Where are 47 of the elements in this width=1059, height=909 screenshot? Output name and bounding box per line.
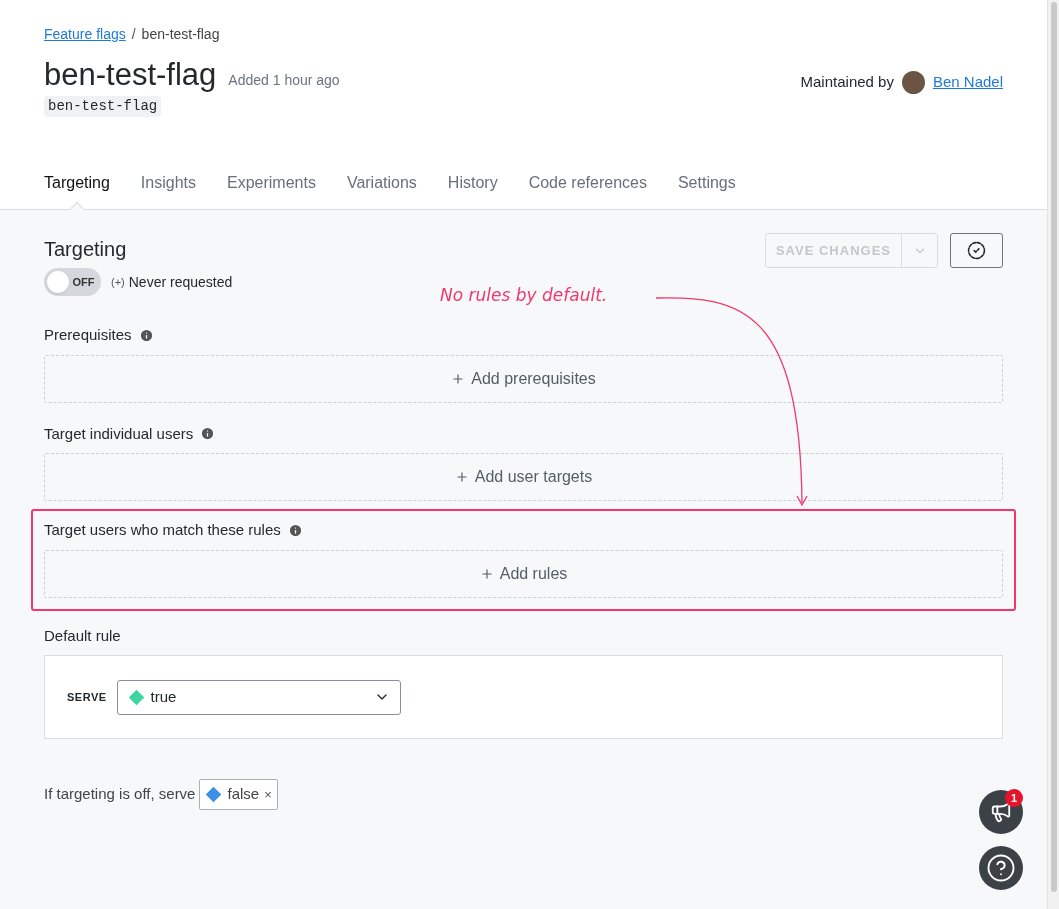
tab[interactable]: History: [447, 171, 498, 209]
check-circle-icon: [967, 241, 986, 260]
targeting-toggle[interactable]: OFF: [44, 268, 101, 296]
plus-icon: [451, 371, 466, 386]
variation-select[interactable]: true: [116, 679, 401, 715]
tab[interactable]: Code references: [528, 171, 647, 209]
section-label: Target users who match these rules: [44, 520, 281, 540]
plus-icon: [479, 566, 494, 581]
tab[interactable]: Variations: [346, 171, 417, 209]
section-title: Targeting: [44, 237, 128, 262]
add-button[interactable]: Add prerequisites: [44, 354, 1003, 403]
info-icon: [138, 327, 154, 343]
megaphone-icon: [990, 801, 1012, 823]
section-label: Default rule: [44, 625, 122, 646]
section-label: Target individual users: [44, 423, 194, 444]
remove-button[interactable]: ×: [264, 784, 272, 805]
maintainer-label: Maintained by: [800, 72, 894, 93]
announcements-button[interactable]: 1: [979, 790, 1023, 834]
add-button[interactable]: Add rules: [44, 549, 1003, 598]
serve-label: SERVE: [67, 689, 107, 705]
info-icon: [200, 426, 216, 442]
maintainer-link[interactable]: Ben Nadel: [932, 71, 1003, 94]
tab[interactable]: Experiments: [226, 171, 316, 209]
add-button[interactable]: Add user targets: [44, 453, 1003, 501]
tab[interactable]: Targeting: [44, 171, 110, 209]
breadcrumb-separator: /: [131, 25, 136, 44]
off-serve-label: If targeting is off, serve: [44, 784, 196, 805]
flag-key: ben-test-flag: [44, 96, 162, 117]
section-label: Prerequisites: [44, 325, 132, 345]
avatar: [901, 71, 925, 94]
tab[interactable]: Settings: [677, 171, 736, 209]
review-button[interactable]: [950, 233, 1003, 268]
help-icon: [986, 853, 1016, 883]
notification-badge: 1: [1005, 789, 1023, 807]
breadcrumb-current: ben-test-flag: [141, 25, 220, 44]
help-button[interactable]: [979, 846, 1023, 890]
breadcrumb-link[interactable]: Feature flags: [44, 24, 126, 45]
added-time: Added 1 hour ago: [228, 71, 340, 90]
scrollbar[interactable]: [1047, 0, 1059, 909]
variation-label: false: [227, 784, 260, 805]
request-status: Never requested: [128, 272, 233, 292]
plus-icon: [454, 470, 469, 484]
tab[interactable]: Insights: [140, 171, 196, 209]
flag-title: ben-test-flag: [44, 57, 217, 93]
status-prefix: (+): [111, 274, 125, 290]
info-icon: [287, 522, 303, 538]
annotation-text: No rules by default.: [440, 285, 608, 305]
